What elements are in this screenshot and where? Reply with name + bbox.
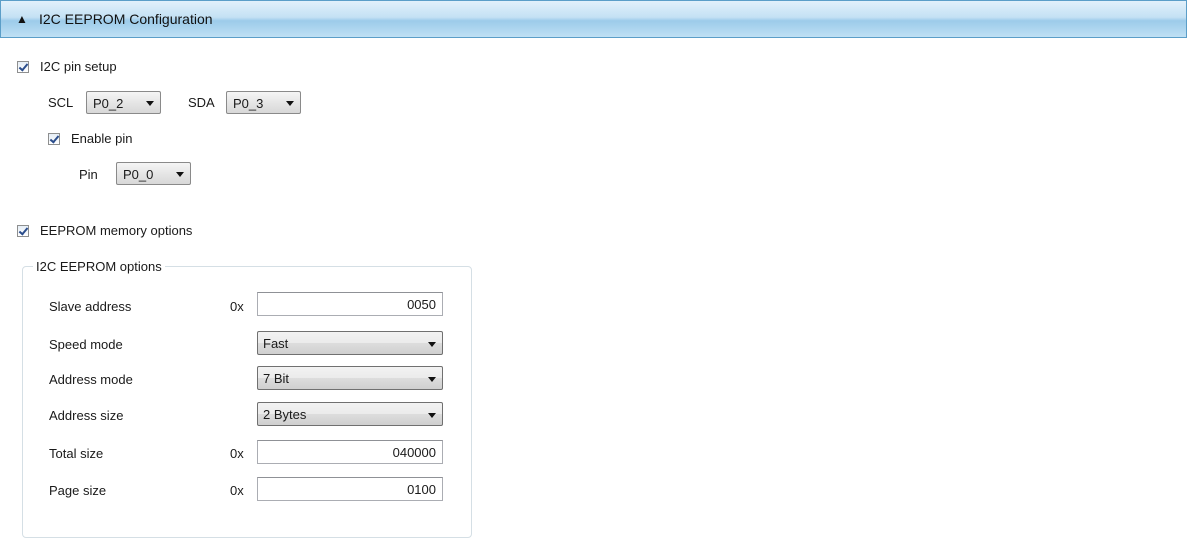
- total-size-value: 040000: [392, 445, 436, 460]
- section-title: I2C EEPROM Configuration: [39, 11, 213, 27]
- chevron-down-icon: [286, 101, 294, 106]
- i2c-pin-setup-label: I2C pin setup: [40, 59, 117, 74]
- scl-select[interactable]: P0_2: [86, 91, 161, 114]
- chevron-down-icon: [428, 413, 436, 418]
- slave-address-input[interactable]: 0050: [257, 292, 443, 316]
- section-header[interactable]: ▲ I2C EEPROM Configuration: [0, 0, 1187, 38]
- total-size-input[interactable]: 040000: [257, 440, 443, 464]
- scl-value: P0_2: [93, 96, 124, 111]
- chevron-down-icon: [428, 342, 436, 347]
- speed-mode-select[interactable]: Fast: [257, 331, 443, 355]
- sda-label: SDA: [188, 95, 215, 110]
- triangle-up-icon[interactable]: ▲: [16, 12, 28, 26]
- slave-address-label: Slave address: [49, 299, 132, 314]
- speed-mode-value: Fast: [263, 336, 289, 351]
- total-size-label: Total size: [49, 446, 104, 461]
- chevron-down-icon: [176, 172, 184, 177]
- scl-label: SCL: [48, 95, 74, 110]
- eeprom-memory-options-checkbox[interactable]: [17, 225, 29, 237]
- address-size-label: Address size: [49, 408, 124, 423]
- group-title: I2C EEPROM options: [33, 259, 165, 274]
- address-mode-label: Address mode: [49, 372, 133, 387]
- speed-mode-label: Speed mode: [49, 337, 123, 352]
- hex-prefix: 0x: [230, 483, 244, 498]
- address-size-value: 2 Bytes: [263, 407, 307, 422]
- chevron-down-icon: [428, 377, 436, 382]
- address-size-select[interactable]: 2 Bytes: [257, 402, 443, 426]
- pin-select[interactable]: P0_0: [116, 162, 191, 185]
- slave-address-value: 0050: [407, 297, 436, 312]
- enable-pin-label: Enable pin: [71, 131, 133, 146]
- page-size-value: 0100: [407, 482, 436, 497]
- enable-pin-checkbox[interactable]: [48, 133, 60, 145]
- chevron-down-icon: [146, 101, 154, 106]
- page-size-input[interactable]: 0100: [257, 477, 443, 501]
- hex-prefix: 0x: [230, 299, 244, 314]
- address-mode-select[interactable]: 7 Bit: [257, 366, 443, 390]
- i2c-pin-setup-checkbox[interactable]: [17, 61, 29, 73]
- address-mode-value: 7 Bit: [263, 371, 290, 386]
- sda-select[interactable]: P0_3: [226, 91, 301, 114]
- pin-value: P0_0: [123, 167, 154, 182]
- page-size-label: Page size: [49, 483, 107, 498]
- pin-label: Pin: [79, 167, 98, 182]
- sda-value: P0_3: [233, 96, 264, 111]
- eeprom-memory-options-label: EEPROM memory options: [40, 223, 193, 238]
- hex-prefix: 0x: [230, 446, 244, 461]
